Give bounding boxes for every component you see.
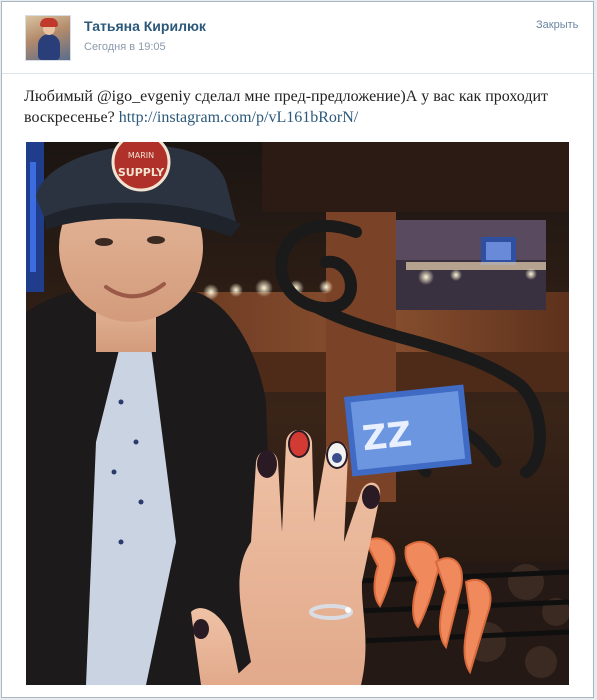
post-photo[interactable]: ZZ MARIN SUPPLY [26,142,569,685]
post-link[interactable]: http://instagram.com/p/vL161bRorN/ [119,109,359,126]
close-button[interactable]: Закрыть [536,19,578,31]
avatar-hair [40,18,58,27]
post-text: Любимый @igo_evgeniy сделал мне пред-пре… [24,86,579,128]
cap-patch-top: MARIN [128,151,154,160]
author-avatar[interactable] [25,15,71,61]
author-name[interactable]: Татьяна Кирилюк [84,18,206,34]
svg-text:ZZ: ZZ [360,414,413,459]
cap-patch-bottom: SUPPLY [118,166,165,179]
cap-logo-icon: MARIN SUPPLY [111,142,171,192]
photo-illustration: ZZ MARIN SUPPLY [26,142,569,685]
header-divider [2,73,593,74]
post-timestamp[interactable]: Сегодня в 19:05 [84,41,166,53]
avatar-figure [38,34,60,60]
post-card: Татьяна Кирилюк Сегодня в 19:05 Закрыть … [1,1,594,698]
